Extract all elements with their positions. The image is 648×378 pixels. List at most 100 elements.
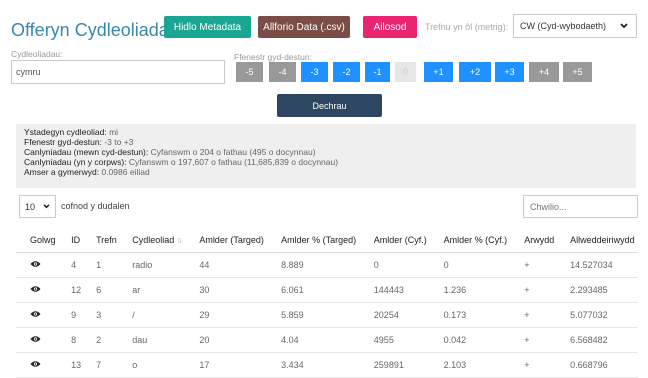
stats-value: 0.0986 eiliad xyxy=(99,167,150,177)
cell-freq-target: 30 xyxy=(185,277,268,303)
column-header-id[interactable]: ID xyxy=(57,228,83,253)
cell-id: 8 xyxy=(57,327,83,353)
window-button-p2[interactable]: +2 xyxy=(459,62,491,82)
window-button-p4[interactable]: +4 xyxy=(529,62,559,82)
sort-metric-value: CW (Cyd-wybodaeth) xyxy=(520,21,607,31)
cell-freq-pct-corpus: 0 xyxy=(429,252,511,278)
window-button-m5[interactable]: -5 xyxy=(236,62,263,82)
page-title: Offeryn Cydleoliadau xyxy=(11,20,179,40)
eye-icon[interactable] xyxy=(30,360,41,368)
table-row: 12 6 ar 30 6.061 144443 1.236 +2.293485 xyxy=(16,277,638,303)
cell-keyness: 2.293485 xyxy=(556,277,638,303)
start-button[interactable]: Dechrau xyxy=(277,94,382,117)
stats-value: Cyfanswm o 197,607 o fathau (11,685,839 … xyxy=(126,157,339,167)
view-cell xyxy=(16,252,58,278)
collocation-input[interactable]: cymru xyxy=(11,60,225,84)
stats-line: Canlyniadau (yn y corpws): Cyfanswm o 19… xyxy=(24,157,628,167)
cell-freq-corpus: 20254 xyxy=(359,302,430,328)
stats-line: Ystadegyn cydleoliad: mi xyxy=(24,127,628,137)
column-header-keyness[interactable]: Allweddeiriwydd xyxy=(556,228,638,253)
cell-freq-corpus: 259891 xyxy=(359,352,430,378)
column-header-sign[interactable]: Arwydd xyxy=(510,228,557,253)
stats-key: Canlyniadau (mewn cyd-destun): xyxy=(24,147,149,157)
eye-icon[interactable] xyxy=(30,285,41,293)
cell-freq-pct-corpus: 1.236 xyxy=(429,277,511,303)
stats-line: Canlyniadau (mewn cyd-destun): Cyfanswm … xyxy=(24,147,628,157)
cell-sign: + xyxy=(510,327,557,353)
page-size-label: cofnod y dudalen xyxy=(61,201,130,211)
cell-freq-target: 20 xyxy=(185,327,268,353)
page-size-value: 10 xyxy=(25,201,36,212)
stats-value: Cyfanswm o 204 o fathau (495 o docynnau) xyxy=(148,147,316,157)
column-header-freq-pct-corpus[interactable]: Amlder % (Cyf.) xyxy=(429,228,511,253)
window-button-m2[interactable]: -2 xyxy=(333,62,360,82)
stats-value: -3 to +3 xyxy=(101,137,134,147)
cell-freq-target: 17 xyxy=(185,352,268,378)
cell-freq-pct-target: 8.889 xyxy=(267,252,360,278)
cell-freq-pct-target: 5.859 xyxy=(267,302,360,328)
cell-id: 12 xyxy=(57,277,83,303)
table-row: 9 3/29 5.859 20254 0.173 +5.077032 xyxy=(16,302,638,328)
column-header-freq-target[interactable]: Amlder (Targed) xyxy=(185,228,268,253)
stats-line: Amser a gymerwyd: 0.0986 eiliad xyxy=(24,167,628,177)
stats-key: Ystadegyn cydleoliad: xyxy=(24,127,107,137)
window-button-p1[interactable]: +1 xyxy=(424,62,453,82)
page-size-select[interactable]: 10 xyxy=(19,195,56,218)
filter-metadata-button[interactable]: Hidlo Metadata xyxy=(164,16,251,38)
cell-keyness: 0.668796 xyxy=(556,352,638,378)
cell-keyness: 5.077032 xyxy=(556,302,638,328)
cell-collocate: dau xyxy=(118,327,186,353)
collocations-table: Golwg ID Trefn Cydleoliad ⇅ Amlder (Targ… xyxy=(16,228,638,378)
window-button-p3[interactable]: +3 xyxy=(495,62,524,82)
reset-button[interactable]: Ailosod xyxy=(363,16,417,38)
cell-freq-corpus: 4955 xyxy=(359,327,430,353)
cell-freq-pct-target: 6.061 xyxy=(267,277,360,303)
cell-rank: 6 xyxy=(82,277,119,303)
column-header-view[interactable]: Golwg xyxy=(16,228,58,253)
window-button-m3[interactable]: -3 xyxy=(301,62,328,82)
cell-freq-target: 29 xyxy=(185,302,268,328)
cell-freq-pct-target: 4.04 xyxy=(267,327,360,353)
cell-rank: 3 xyxy=(82,302,119,328)
stats-line: Ffenestr gyd-destun: -3 to +3 xyxy=(24,137,628,147)
cell-collocate: ar xyxy=(118,277,186,303)
window-button-p5[interactable]: +5 xyxy=(563,62,592,82)
chevron-down-icon xyxy=(620,23,628,29)
cell-freq-target: 44 xyxy=(185,252,268,278)
eye-icon[interactable] xyxy=(30,335,41,343)
column-header-freq-corpus[interactable]: Amlder (Cyf.) xyxy=(359,228,430,253)
column-header-freq-pct-target[interactable]: Amlder % (Targed) xyxy=(267,228,360,253)
eye-icon[interactable] xyxy=(30,310,41,318)
sort-icon: ⇅ xyxy=(176,238,183,245)
cell-id: 9 xyxy=(57,302,83,328)
column-header-collocate-label: Cydleoliad xyxy=(132,235,175,245)
chevron-down-icon xyxy=(43,204,50,209)
sort-metric-label: Trefnu yn ôl (metrig): xyxy=(425,22,509,32)
cell-sign: + xyxy=(510,252,557,278)
cell-id: 13 xyxy=(57,352,83,378)
view-cell xyxy=(16,327,58,353)
cell-rank: 2 xyxy=(82,327,119,353)
stats-value: mi xyxy=(106,127,119,137)
stats-key: Amser a gymerwyd: xyxy=(24,167,100,177)
view-cell xyxy=(16,302,58,328)
export-csv-button[interactable]: Allforio Data (.csv) xyxy=(258,16,350,38)
cell-rank: 7 xyxy=(82,352,119,378)
column-header-rank[interactable]: Trefn xyxy=(82,228,119,253)
cell-sign: + xyxy=(510,352,557,378)
cell-freq-pct-corpus: 0.042 xyxy=(429,327,511,353)
window-button-m1[interactable]: -1 xyxy=(365,62,390,82)
cell-keyness: 6.568482 xyxy=(556,327,638,353)
search-input[interactable] xyxy=(523,195,638,218)
window-button-0: 0 xyxy=(395,62,416,82)
table-row: 8 2 dau 20 4.04 4955 0.042 +6.568482 xyxy=(16,327,638,353)
cell-keyness: 14.527034 xyxy=(556,252,638,278)
sort-metric-select[interactable]: CW (Cyd-wybodaeth) xyxy=(513,14,637,38)
cell-freq-corpus: 144443 xyxy=(359,277,430,303)
column-header-collocate[interactable]: Cydleoliad ⇅ xyxy=(118,228,186,253)
cell-freq-pct-target: 3.434 xyxy=(267,352,360,378)
cell-collocate: radio xyxy=(118,252,186,278)
window-button-m4[interactable]: -4 xyxy=(269,62,296,82)
cell-rank: 1 xyxy=(82,252,119,278)
eye-icon[interactable] xyxy=(30,260,41,268)
